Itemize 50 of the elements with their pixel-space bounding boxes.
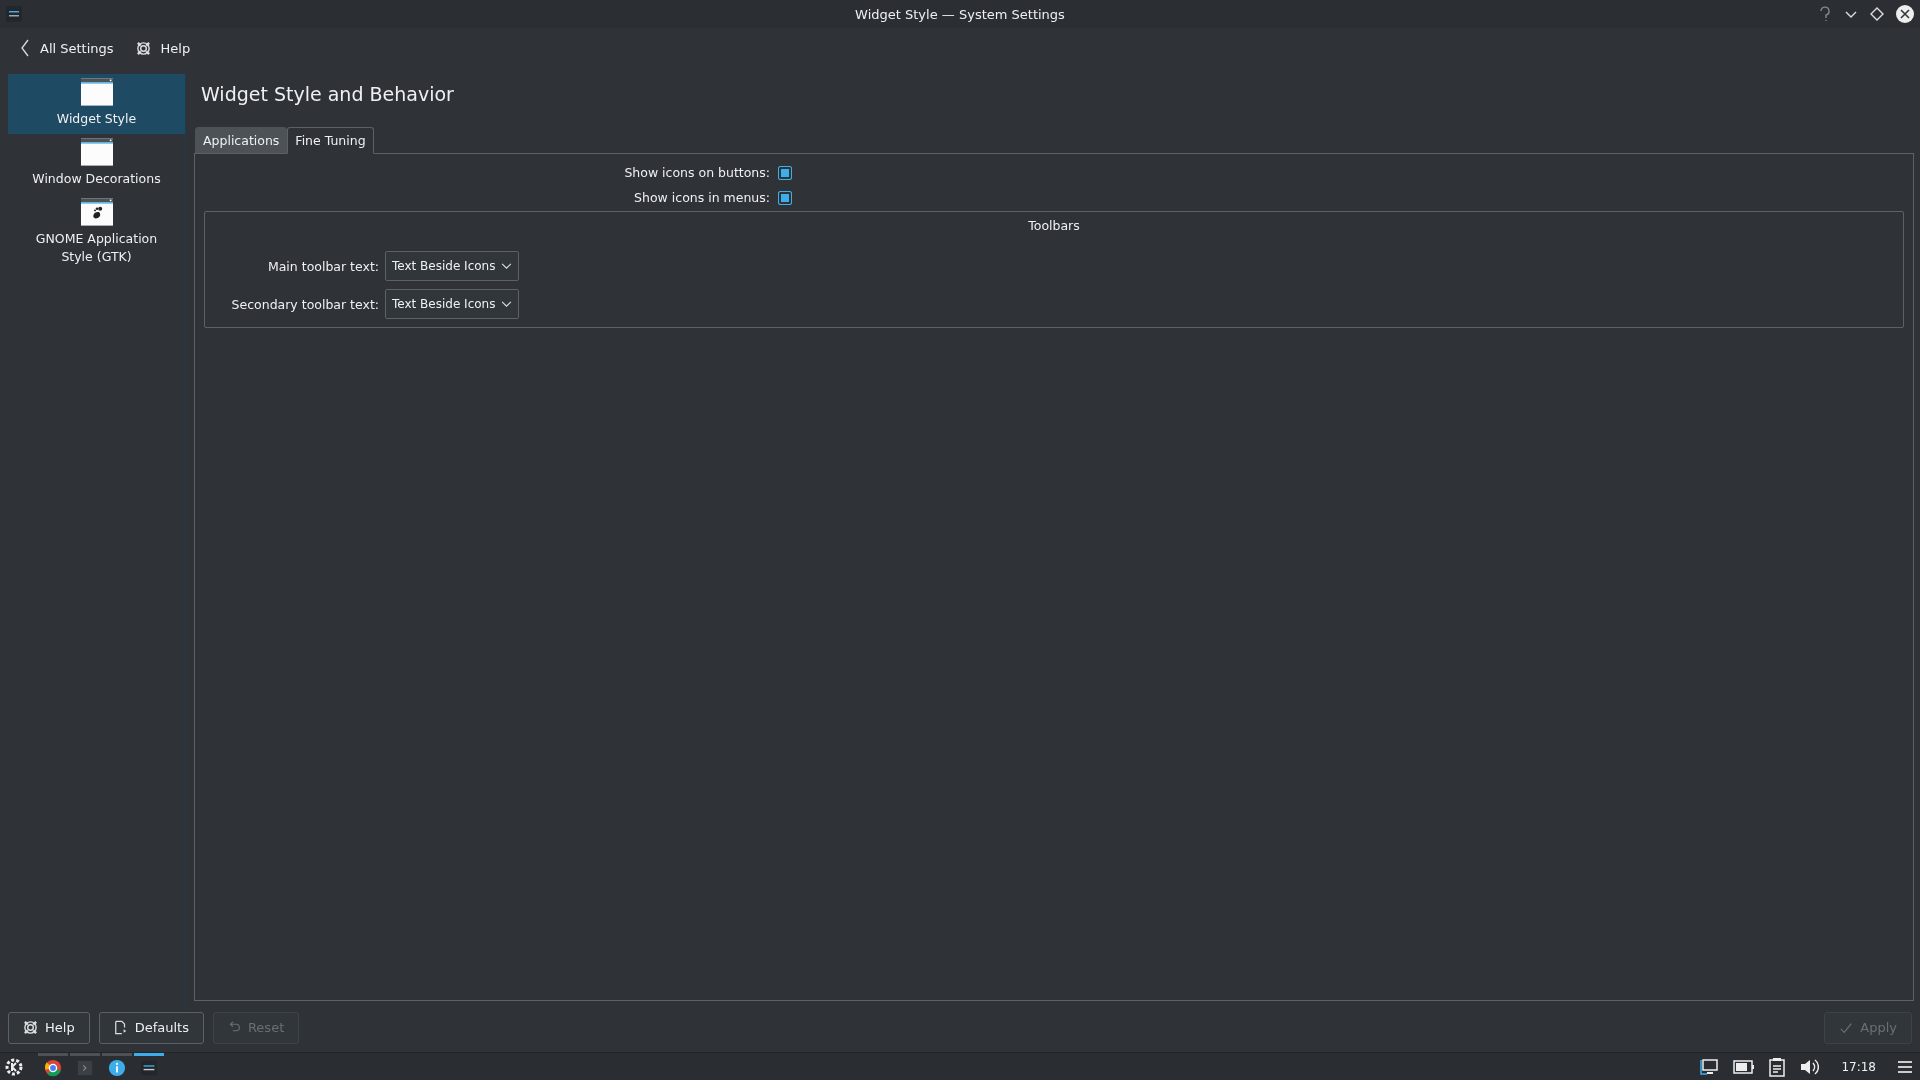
battery-icon[interactable] [1733, 1059, 1756, 1074]
help-button[interactable]: Help [8, 1011, 90, 1044]
settings-icon [6, 6, 22, 22]
item-label: Widget Style [56, 110, 137, 128]
checkbox-label: Show icons on buttons: [624, 165, 770, 180]
document-icon [113, 1020, 128, 1035]
back-button[interactable]: All Settings [12, 35, 122, 61]
tab[interactable]: Applications [195, 127, 288, 154]
info-icon [108, 1059, 126, 1077]
dropdown[interactable]: Text Beside Icons [385, 289, 519, 319]
window-title: Widget Style — System Settings [855, 6, 1065, 22]
sidebar-item[interactable]: Window Decorations [8, 134, 185, 194]
checkbox[interactable] [778, 165, 792, 180]
window-icon [80, 78, 113, 106]
group-title: Toolbars [1028, 218, 1080, 233]
field-label: Main toolbar text: [266, 258, 379, 274]
back-icon [20, 39, 30, 57]
sidebar-item[interactable]: GNOME Application Style (GTK) [8, 194, 185, 268]
tab[interactable]: Fine Tuning [287, 127, 374, 154]
clock[interactable]: 17:18 [1841, 1059, 1876, 1074]
help-icon [23, 1020, 38, 1035]
item-label: GNOME Application Style (GTK) [34, 230, 159, 266]
sidebar-item[interactable]: Widget Style [8, 74, 185, 134]
browser-icon [44, 1059, 62, 1077]
menu-icon[interactable] [1898, 1060, 1912, 1073]
network-icon[interactable] [1699, 1056, 1720, 1077]
chevron-down-icon [501, 300, 512, 308]
help-button[interactable]: Help [127, 36, 199, 60]
maximize-icon[interactable] [1870, 7, 1884, 21]
field-label: Secondary toolbar text: [230, 296, 379, 312]
checkbox-label: Show icons in menus: [634, 190, 770, 205]
dropdown-value: Text Beside Icons [392, 259, 496, 273]
chevron-down-icon [501, 262, 512, 270]
clipboard-icon[interactable] [1769, 1056, 1786, 1077]
undo-icon [227, 1021, 241, 1034]
foot-window-icon [80, 198, 113, 226]
defaults-button[interactable]: Defaults [98, 1011, 204, 1044]
page-heading: Widget Style and Behavior [200, 82, 455, 107]
close-icon[interactable] [1896, 5, 1914, 23]
volume-icon[interactable] [1799, 1056, 1820, 1077]
window-icon [80, 138, 113, 166]
settings-icon [140, 1059, 158, 1077]
dropdown-value: Text Beside Icons [392, 297, 496, 311]
item-label: Window Decorations [32, 170, 161, 188]
help-icon [135, 40, 151, 56]
launcher-icon[interactable] [4, 1056, 24, 1077]
terminal-icon [76, 1059, 94, 1077]
dropdown[interactable]: Text Beside Icons [385, 251, 519, 281]
checkbox[interactable] [778, 190, 792, 205]
help-icon[interactable] [1818, 6, 1832, 22]
